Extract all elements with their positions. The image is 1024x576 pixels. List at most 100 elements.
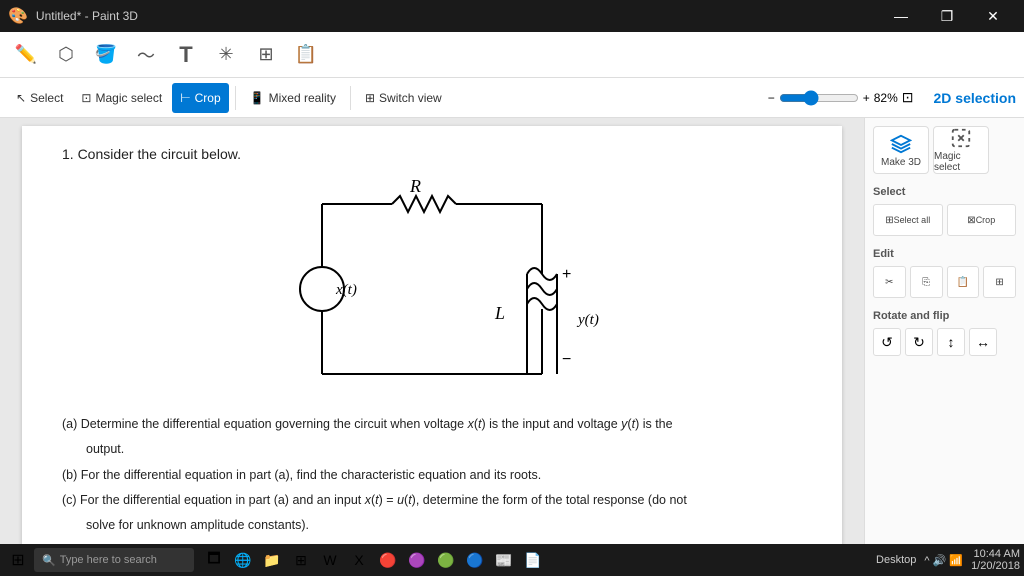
edit-btn-copy[interactable]: ⎘	[910, 266, 943, 298]
part-a-cont: output.	[86, 439, 802, 460]
pdf-icon[interactable]: 📄	[519, 546, 547, 574]
text-icon[interactable]: T	[168, 37, 204, 73]
rotate-buttons: ↺ ↻ ↕ ↔	[873, 328, 1016, 356]
taskbar-icon2[interactable]: 🔴	[374, 546, 402, 574]
svg-text:R: R	[409, 176, 421, 196]
magic-select-panel-button[interactable]: Magic select	[933, 126, 989, 174]
svg-text:y(t): y(t)	[576, 312, 599, 328]
search-box[interactable]: 🔍 Type here to search	[34, 548, 194, 572]
edit-btn-delete[interactable]: ⊞	[983, 266, 1016, 298]
window-title: Untitled* - Paint 3D	[36, 9, 138, 23]
edit-title: Edit	[873, 248, 1016, 260]
canvas-area: 1. Consider the circuit below. R	[0, 118, 864, 544]
flip-horizontal-button[interactable]: ↔	[969, 328, 997, 356]
svg-text:x(t): x(t)	[335, 282, 357, 298]
right-panel: Make 3D Magic select Select ⊞ Select all…	[864, 118, 1024, 544]
current-time: 10:44 AM	[971, 548, 1020, 560]
make-3d-label: Make 3D	[881, 157, 921, 168]
search-icon: 🔍	[42, 554, 56, 567]
svg-text:−: −	[562, 351, 571, 368]
svg-text:+: +	[562, 266, 571, 283]
make-3d-button[interactable]: Make 3D	[873, 126, 929, 174]
mixed-reality-button[interactable]: 📱 Mixed reality	[242, 83, 344, 113]
problem-parts: (a) Determine the differential equation …	[62, 414, 802, 536]
svg-text:L: L	[494, 303, 505, 323]
time-block: 10:44 AM 1/20/2018	[971, 548, 1020, 572]
select-all-button[interactable]: ⊞ Select all	[873, 204, 943, 236]
magic-icon: ⊡	[81, 91, 91, 105]
eraser-icon[interactable]: ⬡	[48, 37, 84, 73]
zoom-fit-icon[interactable]: ⊡	[902, 89, 914, 106]
rotate-right-button[interactable]: ↻	[905, 328, 933, 356]
select-buttons: ⊞ Select all ⊠ Crop	[873, 204, 1016, 236]
main-area: 1. Consider the circuit below. R	[0, 118, 1024, 544]
toolbar-separator2	[350, 86, 351, 110]
layers-icon[interactable]: 📋	[288, 37, 324, 73]
3d-icons: Make 3D Magic select	[873, 126, 1016, 174]
excel-icon[interactable]: X	[345, 546, 373, 574]
select-section: Select ⊞ Select all ⊠ Crop	[873, 186, 1016, 236]
switch-view-icon: ⊞	[365, 91, 375, 105]
zoom-slider[interactable]	[779, 90, 859, 106]
zoom-percent: 82%	[874, 91, 898, 105]
title-bar: 🎨 Untitled* - Paint 3D — ❐ ✕	[0, 0, 1024, 32]
zoom-plus-icon[interactable]: +	[863, 91, 870, 105]
taskbar: ⊞ 🔍 Type here to search 🗖 🌐 📁 ⊞ W X 🔴 🟣 …	[0, 544, 1024, 576]
select-button[interactable]: ↖ Select	[8, 83, 71, 113]
explorer-icon[interactable]: 📁	[258, 546, 286, 574]
circuit-diagram: R L	[62, 174, 802, 404]
taskbar-icon4[interactable]: 🟢	[432, 546, 460, 574]
desktop-label[interactable]: Desktop	[876, 554, 916, 566]
edit-section: Edit ✂ ⎘ 📋 ⊞	[873, 248, 1016, 298]
part-b: (b) For the differential equation in par…	[62, 465, 802, 486]
circuit-svg: R L	[262, 174, 602, 404]
magic-select-panel-label: Magic select	[934, 151, 988, 173]
select-all-icon: ⊞	[885, 215, 893, 226]
cursor-icon: ↖	[16, 91, 26, 105]
part-c-cont: solve for unknown amplitude constants).	[86, 515, 802, 536]
system-icons: ^ 🔊 📶	[924, 554, 963, 567]
taskbar-icon3[interactable]: 🟣	[403, 546, 431, 574]
toolbar-separator	[235, 86, 236, 110]
select-title: Select	[873, 186, 1016, 198]
curve-icon[interactable]: 〜	[128, 37, 164, 73]
edit-btn-paste[interactable]: 📋	[947, 266, 980, 298]
3d-section: Make 3D Magic select	[873, 126, 1016, 174]
part-a: (a) Determine the differential equation …	[62, 414, 802, 435]
window-controls[interactable]: — ❐ ✕	[878, 0, 1016, 32]
taskbar-icon6[interactable]: 📰	[490, 546, 518, 574]
rotate-title: Rotate and flip	[873, 310, 1016, 322]
section-title: 2D selection	[934, 90, 1016, 106]
search-placeholder: Type here to search	[60, 554, 157, 566]
main-toolbar: ✏️ ⬡ 🪣 〜 T ✳ ⊞ 📋	[0, 32, 1024, 78]
start-button[interactable]: ⊞	[4, 546, 32, 574]
taskbar-app-icons: 🗖 🌐 📁 ⊞ W X 🔴 🟣 🟢 🔵 📰 📄	[200, 546, 547, 574]
canvas-paper: 1. Consider the circuit below. R	[22, 126, 842, 544]
task-view-icon[interactable]: 🗖	[200, 546, 228, 574]
problem-header: 1. Consider the circuit below.	[62, 146, 802, 162]
crop-panel-button[interactable]: ⊠ Crop	[947, 204, 1017, 236]
fill-icon[interactable]: 🪣	[88, 37, 124, 73]
pencil-icon[interactable]: ✏️	[8, 37, 44, 73]
select-icon2[interactable]: ⊞	[248, 37, 284, 73]
crop-button[interactable]: ⊢ Crop	[172, 83, 228, 113]
taskbar-icon1[interactable]: ⊞	[287, 546, 315, 574]
mixed-reality-icon: 📱	[250, 91, 265, 105]
edit-btn-cut[interactable]: ✂	[873, 266, 906, 298]
word-icon[interactable]: W	[316, 546, 344, 574]
edit-buttons: ✂ ⎘ 📋 ⊞	[873, 266, 1016, 298]
close-button[interactable]: ✕	[970, 0, 1016, 32]
flip-vertical-button[interactable]: ↕	[937, 328, 965, 356]
rotate-left-button[interactable]: ↺	[873, 328, 901, 356]
switch-view-button[interactable]: ⊞ Switch view	[357, 83, 450, 113]
current-date: 1/20/2018	[971, 560, 1020, 572]
maximize-button[interactable]: ❐	[924, 0, 970, 32]
secondary-toolbar: ↖ Select ⊡ Magic select ⊢ Crop 📱 Mixed r…	[0, 78, 1024, 118]
taskbar-icon5[interactable]: 🔵	[461, 546, 489, 574]
effects-icon[interactable]: ✳	[208, 37, 244, 73]
magic-select-button[interactable]: ⊡ Magic select	[73, 83, 170, 113]
minimize-button[interactable]: —	[878, 0, 924, 32]
zoom-area: − + 82% ⊡ 2D selection	[768, 89, 1016, 106]
chrome-icon[interactable]: 🌐	[229, 546, 257, 574]
zoom-minus-icon[interactable]: −	[768, 91, 775, 105]
